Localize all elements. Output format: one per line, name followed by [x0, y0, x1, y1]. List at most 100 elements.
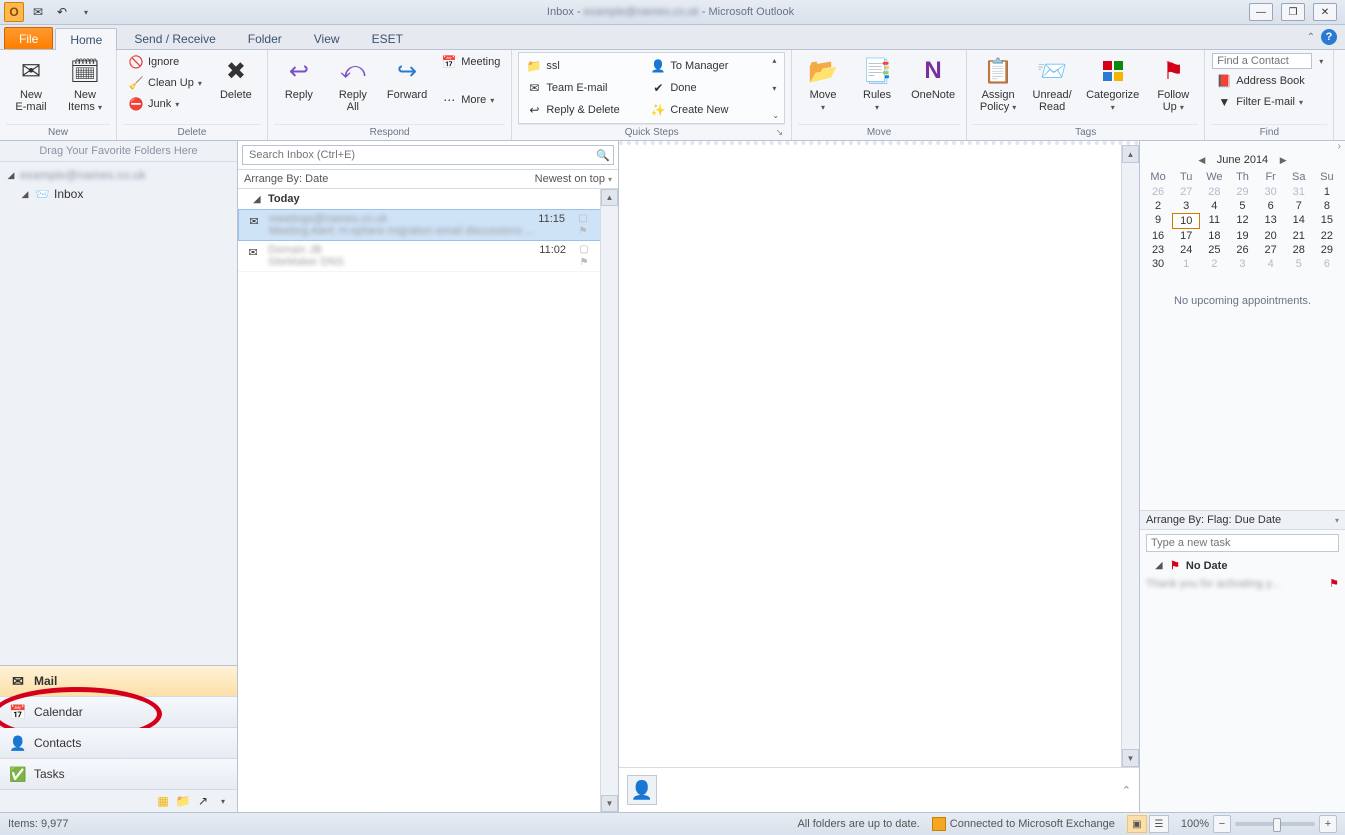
task-group-nodate[interactable]: ◢⚑No Date: [1140, 556, 1345, 575]
zoom-in-button[interactable]: +: [1319, 815, 1337, 833]
arrange-by-label[interactable]: Arrange By: Date: [244, 173, 328, 185]
qa-customize-button[interactable]: ▾: [76, 2, 96, 22]
cal-day[interactable]: 23: [1144, 243, 1172, 257]
find-contact-field[interactable]: ▾: [1211, 52, 1327, 70]
cal-prev-button[interactable]: ◀: [1195, 153, 1209, 167]
group-today[interactable]: ◢Today: [238, 189, 618, 209]
cal-day[interactable]: 6: [1313, 257, 1341, 271]
scroll-up-button[interactable]: ▲: [601, 189, 618, 206]
message-item[interactable]: ✉meetings@names.co.uk11:15Meeting Alert:…: [238, 209, 618, 241]
category-slot-icon[interactable]: ▢: [578, 213, 587, 224]
cal-day[interactable]: 28: [1285, 243, 1313, 257]
cal-day[interactable]: 15: [1313, 213, 1341, 229]
onenote-button[interactable]: NOneNote: [906, 52, 960, 104]
cal-day[interactable]: 29: [1313, 243, 1341, 257]
cal-day[interactable]: 26: [1228, 243, 1256, 257]
minimize-button[interactable]: —: [1249, 3, 1273, 21]
cal-day[interactable]: 25: [1200, 243, 1228, 257]
cal-day[interactable]: 30: [1144, 257, 1172, 271]
cal-day[interactable]: 29: [1228, 185, 1256, 199]
cal-day[interactable]: 26: [1144, 185, 1172, 199]
notes-shortcut-icon[interactable]: ▦: [155, 793, 171, 809]
qs-team-email[interactable]: ✉Team E-mail: [521, 77, 641, 99]
cal-day[interactable]: 2: [1200, 257, 1228, 271]
cal-day[interactable]: 2: [1144, 199, 1172, 213]
new-task-input[interactable]: [1146, 534, 1339, 552]
task-flag-icon[interactable]: ⚑: [1329, 577, 1339, 590]
view-reading-button[interactable]: ☰: [1149, 815, 1169, 833]
nav-configure-button[interactable]: ▾: [215, 793, 231, 809]
reply-all-button[interactable]: ⤺Reply All: [328, 52, 378, 116]
new-items-button[interactable]: 🗓 New Items ▾: [60, 52, 110, 117]
move-button[interactable]: 📂Move▾: [798, 52, 848, 117]
cal-day[interactable]: 30: [1257, 185, 1285, 199]
tab-file[interactable]: File: [4, 27, 53, 49]
folder-shortcut-icon[interactable]: 📁: [175, 793, 191, 809]
cal-day[interactable]: 11: [1200, 213, 1228, 229]
close-button[interactable]: ✕: [1313, 3, 1337, 21]
nav-calendar-button[interactable]: 📅Calendar: [0, 697, 237, 728]
unread-read-button[interactable]: 📨Unread/ Read: [1027, 52, 1077, 116]
cal-day[interactable]: 12: [1228, 213, 1256, 229]
folder-tree[interactable]: ◢example@names.co.uk ◢📨Inbox: [0, 162, 237, 665]
qs-ssl[interactable]: 📁ssl: [521, 55, 641, 77]
cal-day[interactable]: 1: [1172, 257, 1200, 271]
message-item[interactable]: ✉Domain JB11:02SiteMaker DNS▢⚑: [238, 241, 618, 272]
delete-button[interactable]: ✖ Delete: [211, 52, 261, 104]
cal-day[interactable]: 3: [1172, 199, 1200, 213]
zoom-thumb[interactable]: [1273, 818, 1281, 832]
cal-day[interactable]: 8: [1313, 199, 1341, 213]
view-normal-button[interactable]: ▣: [1127, 815, 1147, 833]
shortcuts-icon[interactable]: ↗: [195, 793, 211, 809]
cal-day[interactable]: 22: [1313, 229, 1341, 243]
sort-order-label[interactable]: Newest on top: [535, 173, 605, 185]
tab-view[interactable]: View: [299, 27, 355, 49]
send-receive-qa-button[interactable]: ✉: [28, 2, 48, 22]
cal-day[interactable]: 28: [1200, 185, 1228, 199]
todo-collapse-button[interactable]: ›: [1338, 141, 1341, 152]
inbox-node[interactable]: ◢📨Inbox: [2, 184, 235, 204]
cal-day[interactable]: 5: [1228, 199, 1256, 213]
ribbon-minimize-icon[interactable]: ⌃: [1307, 32, 1315, 43]
cal-day[interactable]: 20: [1257, 229, 1285, 243]
nav-contacts-button[interactable]: 👤Contacts: [0, 728, 237, 759]
cal-day[interactable]: 16: [1144, 229, 1172, 243]
maximize-button[interactable]: ❐: [1281, 3, 1305, 21]
meeting-button[interactable]: 📅Meeting: [436, 52, 505, 72]
flag-slot-icon[interactable]: ⚑: [580, 257, 589, 268]
qs-done[interactable]: ✔Done: [645, 77, 765, 99]
sort-dropdown-icon[interactable]: ▾: [608, 175, 612, 184]
qs-to-manager[interactable]: 👤To Manager: [645, 55, 765, 77]
assign-policy-button[interactable]: 📋Assign Policy ▾: [973, 52, 1023, 117]
find-contact-input[interactable]: [1212, 53, 1312, 69]
new-email-button[interactable]: ✉ New E-mail: [6, 52, 56, 116]
cal-day[interactable]: 31: [1285, 185, 1313, 199]
cal-next-button[interactable]: ▶: [1276, 153, 1290, 167]
cal-day[interactable]: 18: [1200, 229, 1228, 243]
tab-folder[interactable]: Folder: [233, 27, 297, 49]
cal-day[interactable]: 4: [1200, 199, 1228, 213]
cal-day[interactable]: 3: [1228, 257, 1256, 271]
nav-mail-button[interactable]: ✉Mail: [0, 666, 237, 697]
cal-day[interactable]: 7: [1285, 199, 1313, 213]
task-arrange-bar[interactable]: Arrange By: Flag: Due Date▾: [1140, 510, 1345, 530]
cal-day[interactable]: 19: [1228, 229, 1256, 243]
qs-reply-delete[interactable]: ↩Reply & Delete: [521, 99, 641, 121]
cleanup-button[interactable]: 🧹Clean Up ▾: [123, 73, 207, 93]
tab-send-receive[interactable]: Send / Receive: [119, 27, 230, 49]
forward-button[interactable]: ↪Forward: [382, 52, 432, 104]
ignore-button[interactable]: 🚫Ignore: [123, 52, 207, 72]
account-node[interactable]: ◢example@names.co.uk: [2, 166, 235, 184]
cal-day[interactable]: 5: [1285, 257, 1313, 271]
rules-button[interactable]: 📑Rules▾: [852, 52, 902, 117]
cal-day[interactable]: 17: [1172, 229, 1200, 243]
reply-button[interactable]: ↩Reply: [274, 52, 324, 104]
cal-day[interactable]: 1: [1313, 185, 1341, 199]
categorize-button[interactable]: Categorize▾: [1081, 52, 1144, 117]
cal-day[interactable]: 9: [1144, 213, 1172, 229]
flag-slot-icon[interactable]: ⚑: [579, 226, 588, 237]
cal-day[interactable]: 13: [1257, 213, 1285, 229]
category-slot-icon[interactable]: ▢: [579, 244, 588, 255]
people-pane-toggle[interactable]: ⌃: [1122, 784, 1131, 797]
tab-eset[interactable]: ESET: [357, 27, 418, 49]
